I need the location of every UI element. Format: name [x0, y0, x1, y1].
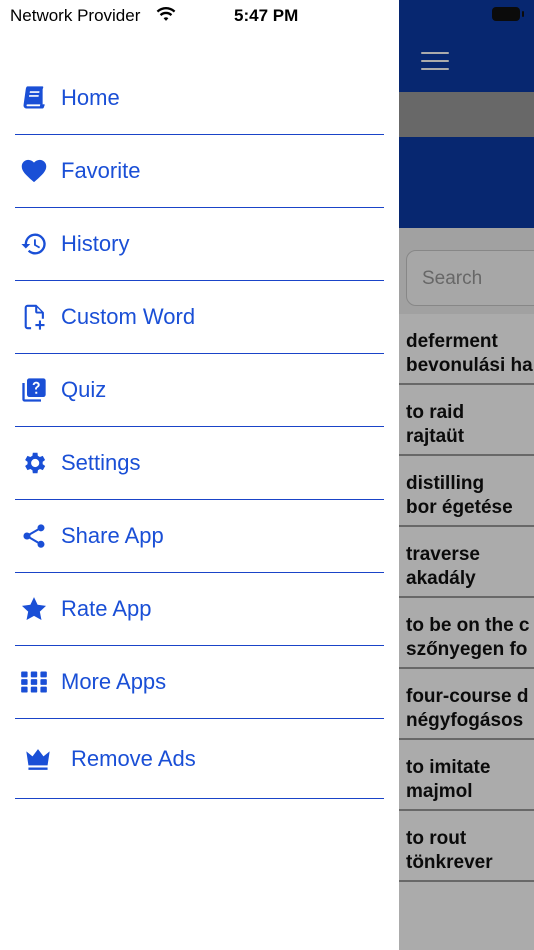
drawer-item-favorite[interactable]: Favorite [15, 135, 384, 208]
drawer-menu: Home Favorite History Custom Word Quiz S… [15, 62, 384, 799]
quiz-icon [15, 374, 57, 406]
carrier-name: Network Provider [10, 6, 141, 25]
drawer-item-label: History [61, 231, 130, 256]
share-icon [15, 520, 57, 552]
drawer-item-label: Quiz [61, 377, 107, 402]
drawer-item-label: More Apps [61, 669, 167, 694]
crown-icon [15, 743, 67, 775]
drawer-item-label: Rate App [61, 596, 152, 621]
grid-icon [15, 666, 57, 698]
status-time: 5:47 PM [234, 6, 299, 25]
drawer-item-label: Custom Word [61, 304, 196, 329]
status-bar: Network Provider 5:47 PM [0, 0, 399, 32]
drawer-item-home[interactable]: Home [15, 62, 384, 135]
book-icon [15, 82, 57, 114]
drawer-item-label: Settings [61, 450, 141, 475]
drawer-item-label: Favorite [61, 158, 141, 183]
navigation-drawer: Network Provider 5:47 PM Home Favorite H… [0, 0, 399, 950]
drawer-item-settings[interactable]: Settings [15, 427, 384, 500]
drawer-item-label: Home [61, 85, 120, 110]
drawer-item-rate-app[interactable]: Rate App [15, 573, 384, 646]
drawer-scrim[interactable] [399, 0, 534, 950]
drawer-item-history[interactable]: History [15, 208, 384, 281]
background-app: Search deferment bevonulási ha to raid r… [399, 0, 534, 950]
drawer-item-custom-word[interactable]: Custom Word [15, 281, 384, 354]
drawer-item-label: Remove Ads [71, 745, 196, 771]
drawer-item-share-app[interactable]: Share App [15, 500, 384, 573]
drawer-item-more-apps[interactable]: More Apps [15, 646, 384, 719]
file-add-icon [15, 301, 57, 333]
drawer-item-quiz[interactable]: Quiz [15, 354, 384, 427]
drawer-item-remove-ads[interactable]: Remove Ads [15, 719, 384, 799]
history-icon [15, 228, 57, 260]
gear-icon [15, 447, 57, 479]
wifi-icon [156, 6, 176, 21]
drawer-item-label: Share App [61, 523, 164, 548]
heart-icon [15, 155, 57, 187]
star-icon [15, 593, 57, 625]
